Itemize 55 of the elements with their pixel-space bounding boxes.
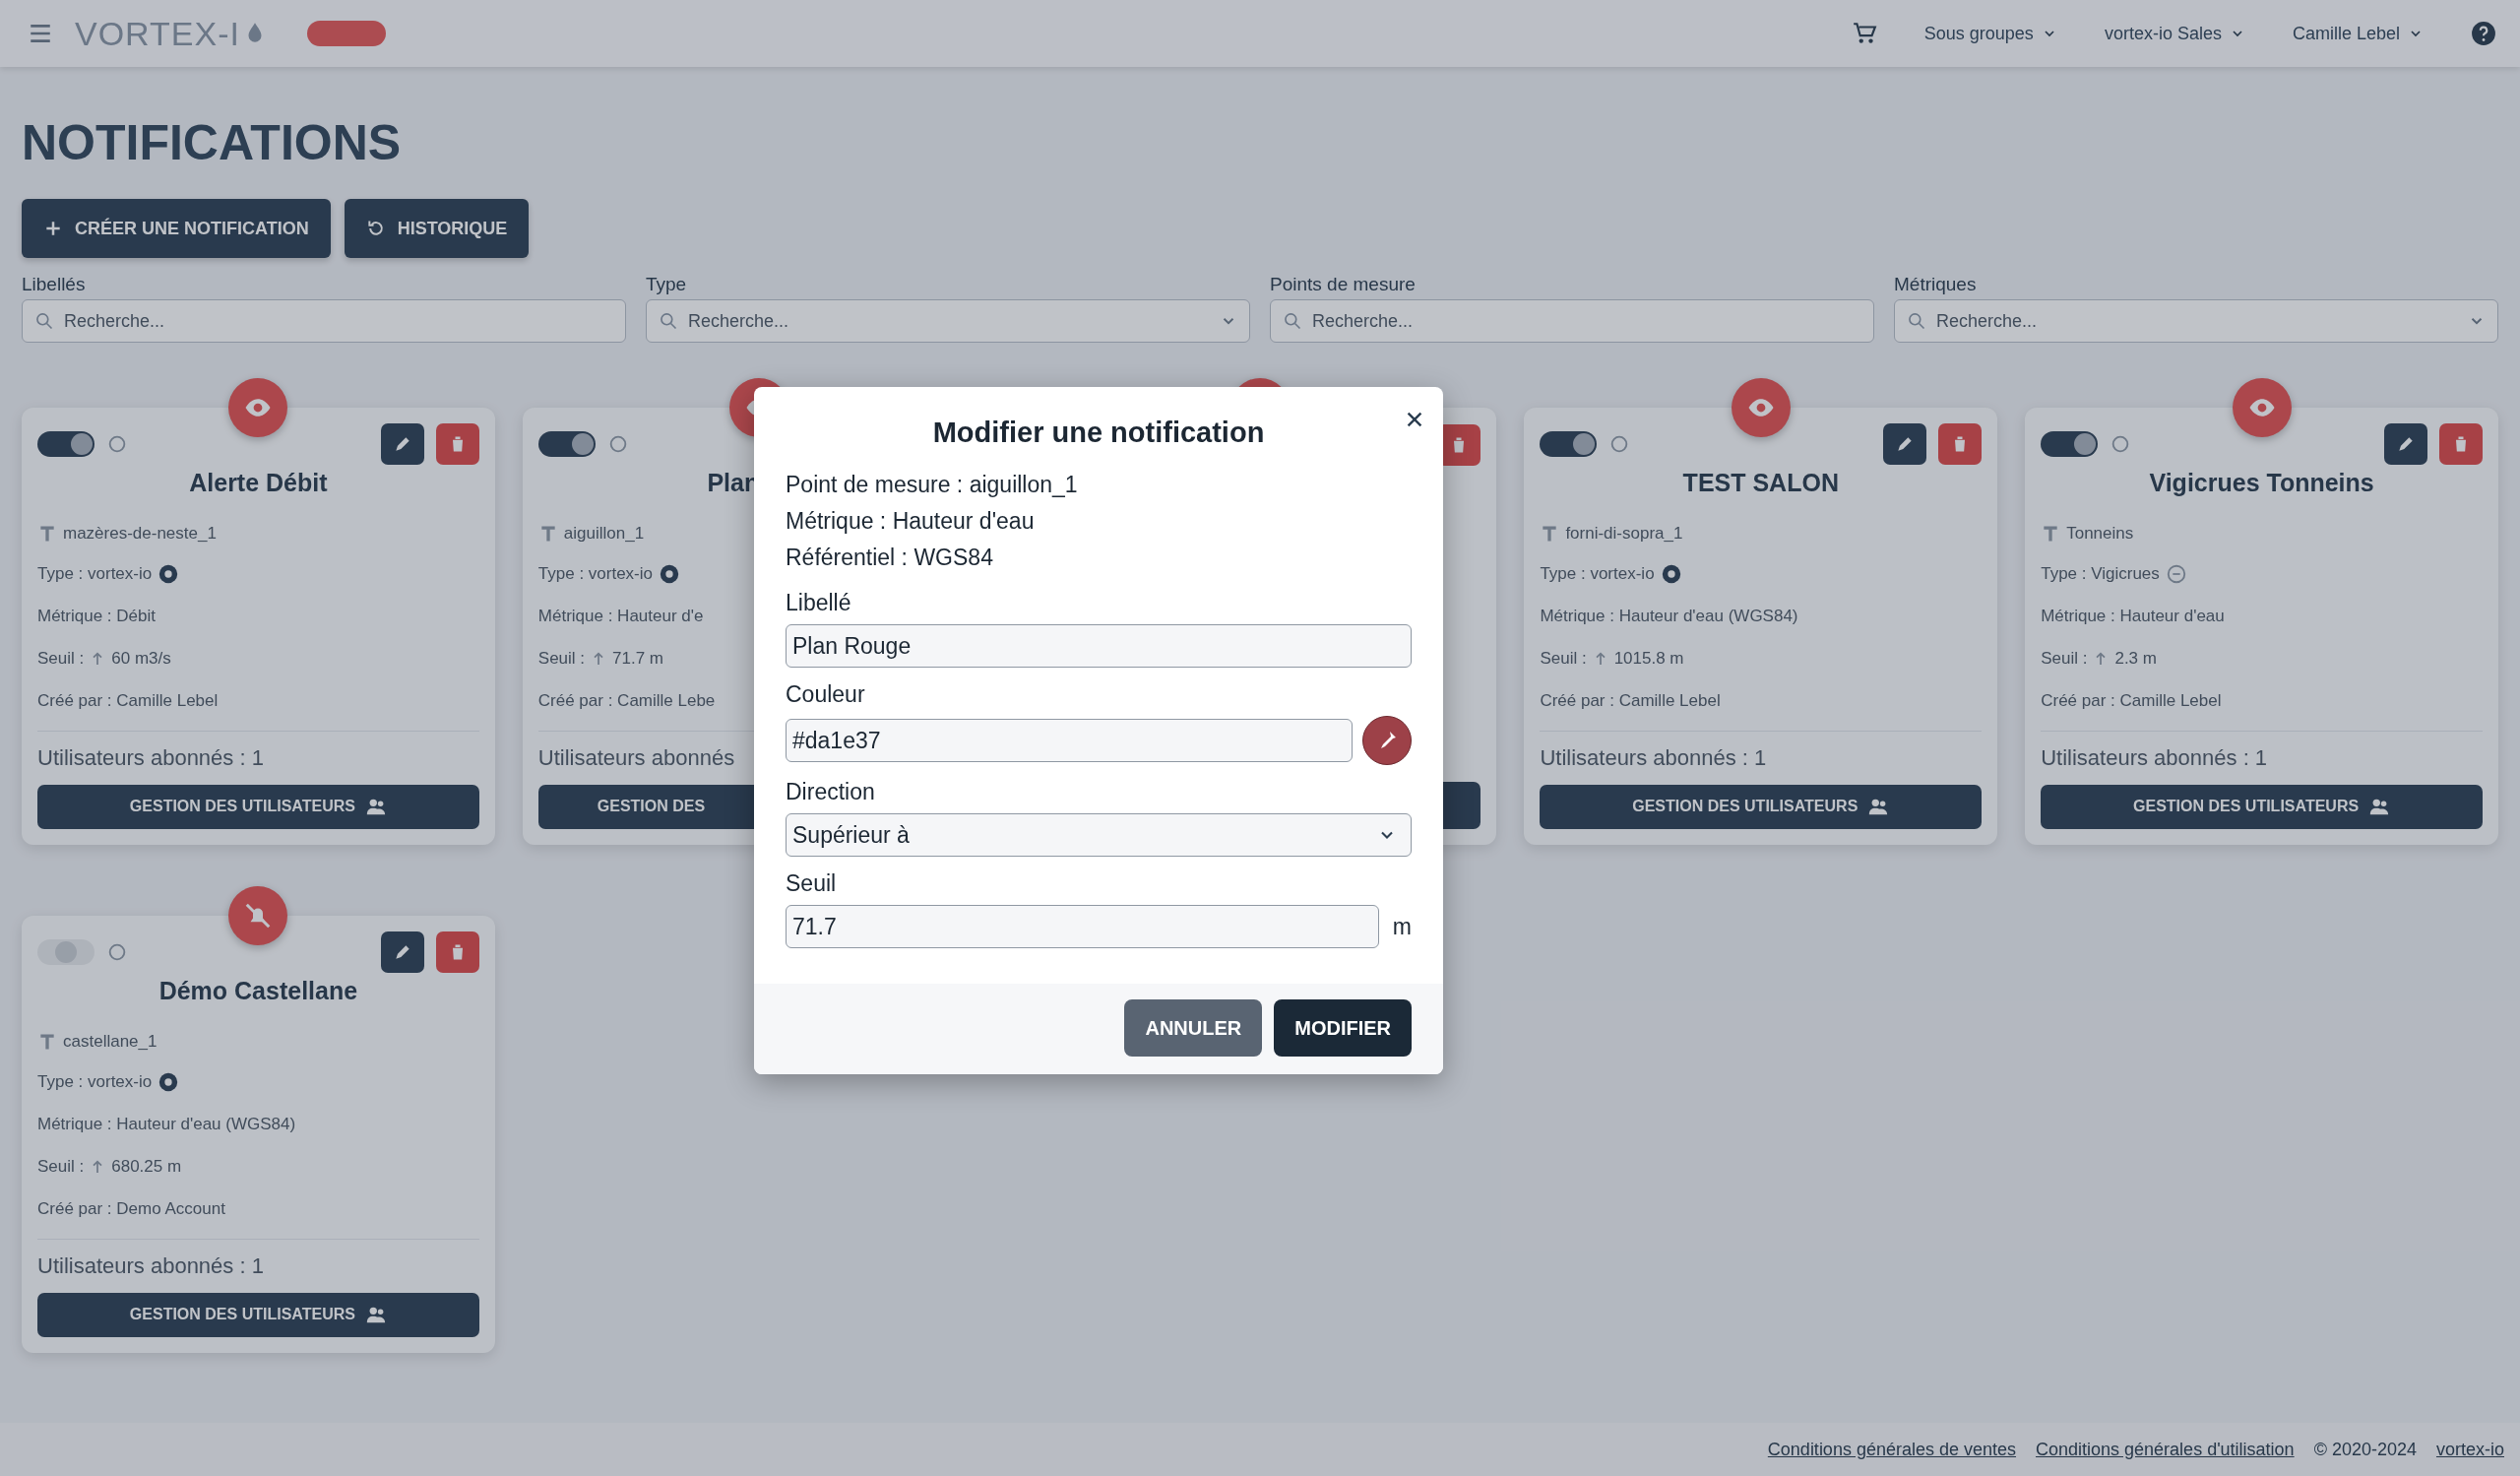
info-text: Référentiel : WGS84 [786,544,994,572]
field-label: Seuil [786,870,838,897]
field-label: Couleur [786,681,866,708]
threshold-label: Seuil : [2041,648,2088,669]
subscribers-count: Utilisateurs abonnés : 1 [1540,744,1767,771]
logo-text: VORTEX-I [75,14,240,53]
type-text: Type : vortex-io [537,564,653,585]
page-title: NOTIFICATIONS [22,114,403,171]
filter-label: Libellés [22,274,87,295]
subscribers-count: Utilisateurs abonnés : 1 [2041,744,2268,771]
metric-text: Métrique : Hauteur d'eau (WGS84) [37,1114,296,1136]
type-text: Type : vortex-io [1540,564,1655,585]
threshold-label: Seuil : [1540,648,1587,669]
threshold-value: 680.25 m [111,1156,182,1177]
card-title: TEST SALON [1681,469,1840,497]
filter-label: Type [646,274,688,295]
station-name: forni-di-sopra_1 [1565,523,1683,544]
author-text: Créé par : Demo Account [37,1197,225,1220]
author-text: Créé par : Camille Lebel [2041,689,2222,712]
threshold-label: Seuil : [37,648,85,669]
metric-text: Métrique : Hauteur d'e [537,606,704,628]
station-name: castellane_1 [63,1031,158,1052]
subscribers-count: Utilisateurs abonnés : 1 [37,744,264,771]
card-title: Vigicrues Tonneins [2148,469,2375,497]
subscribers-count: Utilisateurs abonnés [537,744,735,771]
station-name: mazères-de-neste_1 [63,523,217,544]
type-text: Type : vortex-io [37,1072,153,1093]
metric-text: Métrique : Débit [37,606,156,628]
author-text: Créé par : Camille Lebe [537,689,716,712]
field-label: Libellé [786,590,852,616]
threshold-value: 1015.8 m [1613,648,1684,669]
threshold-label: Seuil : [537,648,586,669]
card-title: Alerte Débit [188,469,329,497]
threshold-value: 60 m3/s [111,648,171,669]
card-title: Démo Castellane [158,977,359,1005]
filter-label: Métriques [1894,274,1978,295]
type-text: Type : vortex-io [37,564,153,585]
metric-text: Métrique : Hauteur d'eau (WGS84) [1540,606,1798,628]
filter-label: Points de mesure [1270,274,1417,295]
threshold-value: 2.3 m [2114,648,2157,669]
subscribers-count: Utilisateurs abonnés : 1 [37,1252,264,1279]
metric-text: Métrique : Hauteur d'eau [2041,606,2225,628]
author-text: Créé par : Camille Lebel [1540,689,1721,712]
threshold-label: Seuil : [37,1156,85,1177]
station-name: Tonneins [2066,523,2134,544]
station-name: aiguillon_1 [563,523,645,544]
threshold-value: 71.7 m [612,648,664,669]
type-text: Type : Vigicrues [2041,564,2160,585]
copyright-text: © 2020-2024 [2313,1439,2417,1460]
dialog-title: Modifier une notification [931,417,1266,449]
author-text: Créé par : Camille Lebel [37,689,219,712]
info-text: Métrique : Hauteur d'eau [786,507,1036,536]
unit-label: m [1392,913,1412,940]
info-text: Point de mesure : aiguillon_1 [786,471,1079,499]
field-label: Direction [786,779,876,805]
